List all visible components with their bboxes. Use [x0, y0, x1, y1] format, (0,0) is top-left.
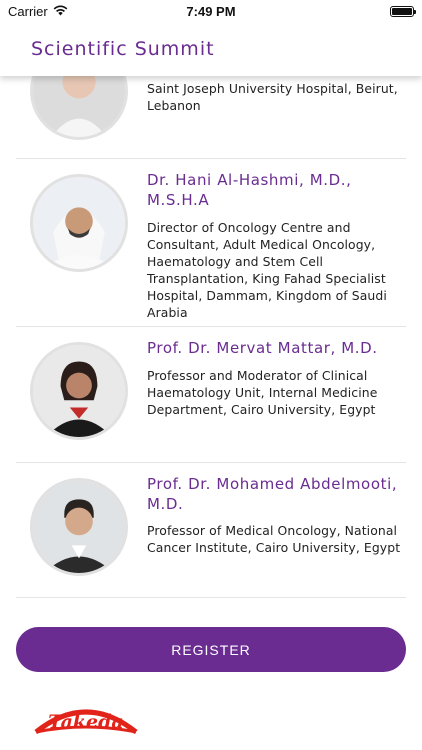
register-button[interactable]: REGISTER — [16, 627, 406, 672]
speaker-item[interactable]: Dr. Hani Al-Hashmi, M.D., M.S.H.A Direct… — [16, 158, 406, 327]
speaker-photo-icon — [30, 478, 128, 576]
nav-header: Scientific Summit — [0, 22, 422, 76]
speaker-name: Prof. Dr. Mervat Mattar, M.D. — [147, 339, 378, 357]
battery-icon — [390, 5, 416, 17]
speaker-photo-icon — [30, 342, 128, 440]
svg-text:Takeda: Takeda — [48, 711, 123, 733]
speaker-name: Prof. Dr. Mohamed Abdelmooti, M.D. — [147, 475, 398, 513]
wifi-icon — [53, 4, 68, 19]
speaker-item[interactable]: Prof. Dr. Mohamed Abdelmooti, M.D. Profe… — [16, 462, 406, 598]
speaker-description: Professor and Moderator of Clinical Haem… — [147, 368, 378, 417]
status-time: 7:49 PM — [186, 3, 236, 19]
speaker-name: Dr. Hani Al-Hashmi, M.D., M.S.H.A — [147, 171, 352, 209]
carrier-label: Carrier — [8, 3, 48, 19]
page-title: Scientific Summit — [31, 38, 215, 60]
takeda-logo: Takeda — [30, 698, 142, 740]
speaker-item[interactable]: Prof. Dr. Mervat Mattar, M.D. Professor … — [16, 326, 406, 463]
speaker-description: Saint Joseph University Hospital, Beirut… — [147, 81, 398, 113]
speaker-description: Director of Oncology Centre and Consulta… — [147, 220, 387, 320]
speaker-description: Professor of Medical Oncology, National … — [147, 523, 401, 555]
status-bar: Carrier 7:49 PM — [0, 0, 422, 22]
speaker-photo-icon — [30, 174, 128, 272]
